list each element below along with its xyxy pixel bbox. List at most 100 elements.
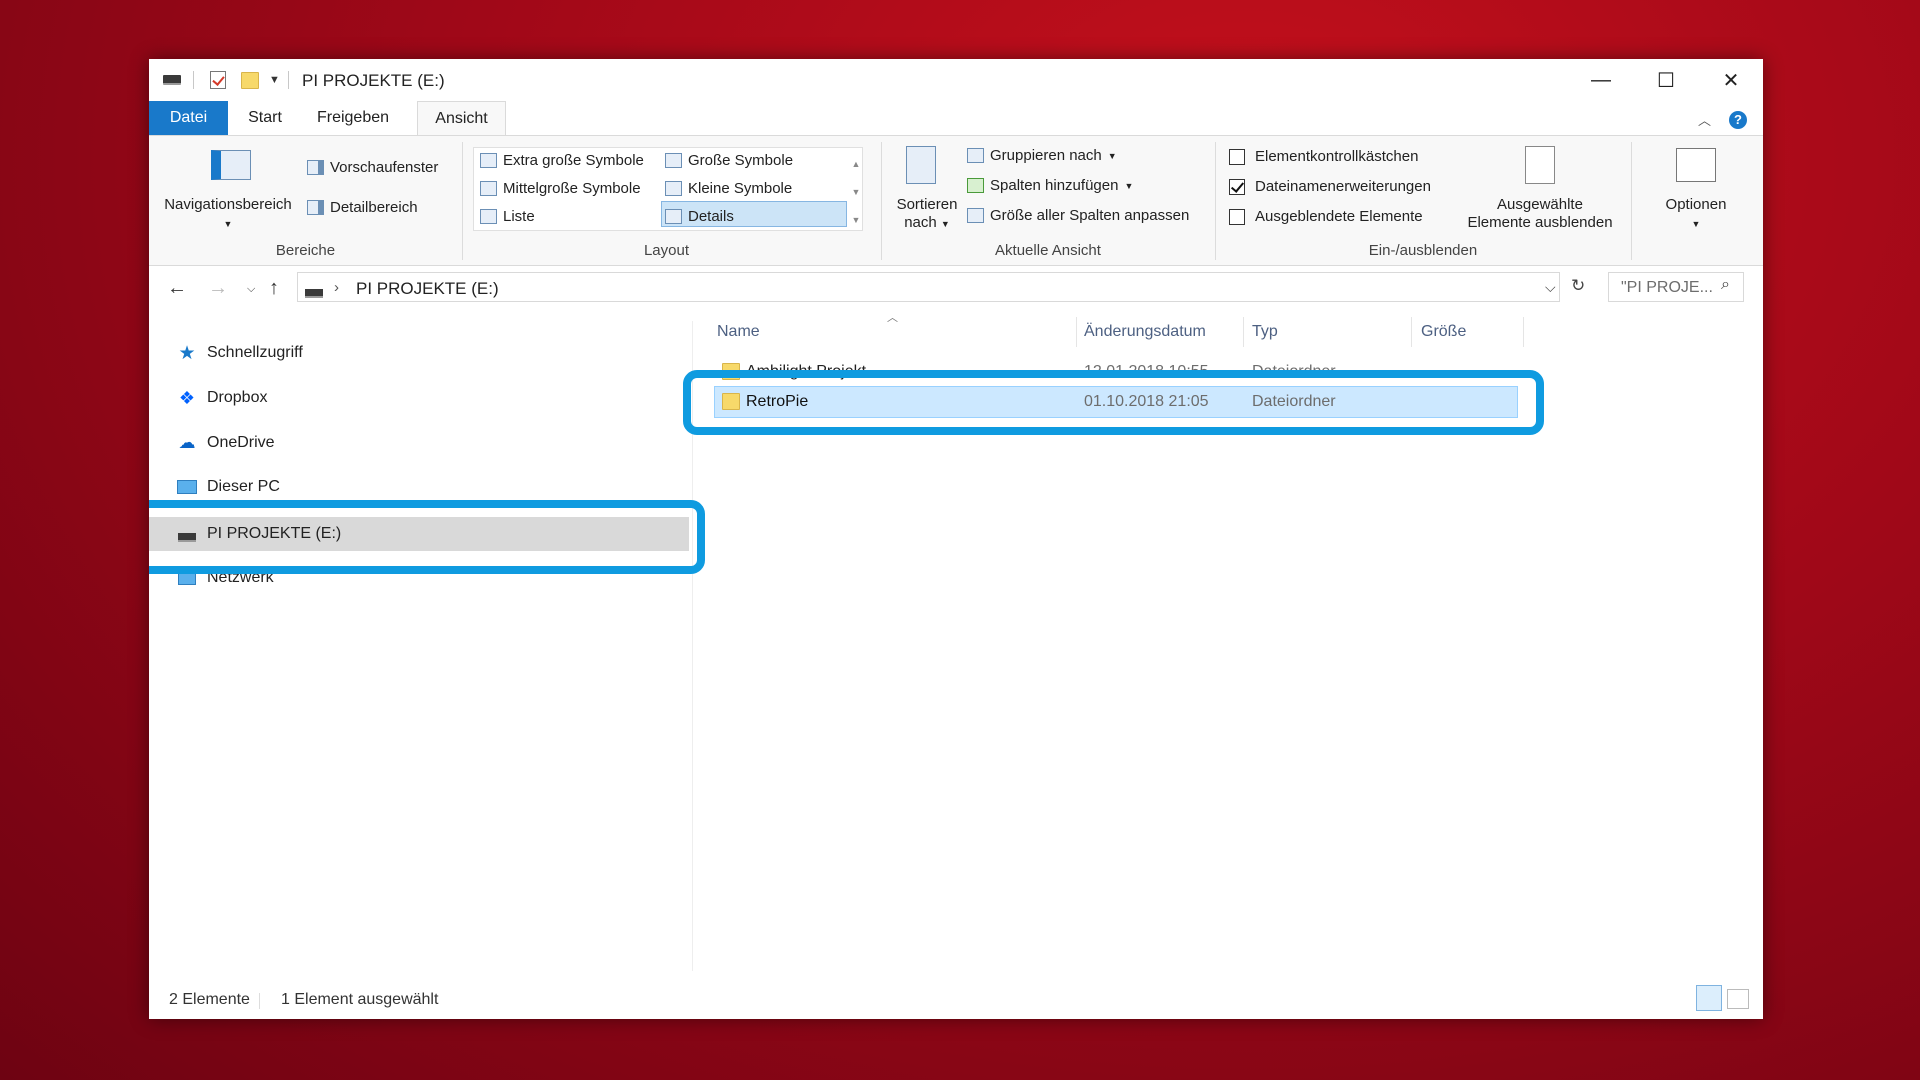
medium-icons-icon bbox=[480, 181, 497, 196]
large-icons-view-button[interactable] bbox=[1727, 989, 1749, 1009]
layout-gallery-scroll[interactable]: ▲ ▼ ▼ bbox=[849, 150, 863, 234]
tab-start[interactable]: Start bbox=[236, 101, 294, 136]
search-icon[interactable]: ⌕ bbox=[1721, 276, 1730, 294]
add-columns-label: Spalten hinzufügen bbox=[990, 177, 1119, 194]
column-header-name[interactable]: Name bbox=[717, 323, 760, 341]
minimize-button[interactable]: — bbox=[1578, 65, 1624, 95]
monitor-icon bbox=[177, 478, 197, 496]
group-separator bbox=[1631, 142, 1632, 260]
sort-by-label-2: nach bbox=[904, 214, 937, 231]
column-divider[interactable] bbox=[1411, 317, 1412, 347]
details-pane-icon bbox=[307, 200, 324, 215]
list-view-icon bbox=[480, 209, 497, 224]
item-checkboxes-label: Elementkontrollkästchen bbox=[1255, 148, 1419, 165]
layout-details[interactable]: Details bbox=[665, 208, 734, 225]
file-extensions-checkbox[interactable] bbox=[1229, 178, 1245, 195]
nav-item-label: Dropbox bbox=[207, 389, 268, 406]
separator bbox=[193, 71, 194, 89]
fit-columns-icon bbox=[967, 208, 984, 223]
hide-selected-label: Ausgewählte bbox=[1497, 196, 1583, 213]
sort-by-button[interactable]: Sortieren nach ▼ bbox=[889, 196, 965, 233]
small-icons-icon bbox=[665, 181, 682, 196]
dropdown-arrow-icon: ▼ bbox=[940, 219, 950, 229]
layout-small-icons[interactable]: Kleine Symbole bbox=[665, 180, 792, 197]
hide-selected-button[interactable]: Ausgewählte Elemente ausblenden bbox=[1457, 196, 1623, 232]
status-item-count: 2 Elemente bbox=[169, 991, 250, 1008]
help-icon[interactable]: ? bbox=[1729, 110, 1747, 129]
options-icon bbox=[1676, 148, 1716, 182]
extra-large-icons-icon bbox=[480, 153, 497, 168]
minimize-ribbon-icon[interactable]: ︿ bbox=[1698, 110, 1711, 129]
nav-item-label: OneDrive bbox=[207, 434, 275, 451]
new-folder-icon[interactable] bbox=[241, 71, 259, 89]
customize-quick-access-icon[interactable]: ▼ bbox=[269, 71, 280, 89]
fit-columns-button[interactable]: Größe aller Spalten anpassen bbox=[967, 207, 1189, 224]
options-label: Optionen bbox=[1665, 196, 1727, 213]
layout-item-label: Große Symbole bbox=[688, 152, 794, 169]
column-header-size[interactable]: Größe bbox=[1421, 323, 1466, 341]
group-by-icon bbox=[967, 148, 984, 163]
tab-ansicht[interactable]: Ansicht bbox=[417, 101, 506, 137]
maximize-button[interactable]: ☐ bbox=[1643, 65, 1689, 95]
item-checkboxes-toggle[interactable]: Elementkontrollkästchen bbox=[1229, 148, 1418, 165]
ribbon-ansicht: Navigationsbereich ▼ Vorschaufenster Deta… bbox=[149, 135, 1763, 266]
back-button[interactable]: ← bbox=[167, 277, 187, 300]
hide-selected-label-2: Elemente ausblenden bbox=[1467, 214, 1613, 231]
column-divider[interactable] bbox=[1243, 317, 1244, 347]
nav-item-schnellzugriff[interactable]: ★ Schnellzugriff bbox=[177, 341, 302, 365]
status-selection: 1 Element ausgewählt bbox=[281, 991, 439, 1008]
layout-list[interactable]: Liste bbox=[480, 208, 535, 225]
forward-button[interactable]: → bbox=[208, 277, 228, 300]
highlight-frame-file bbox=[683, 370, 1544, 435]
navigation-pane-icon[interactable] bbox=[211, 150, 251, 180]
up-button[interactable]: ↑ bbox=[269, 277, 279, 300]
properties-check-icon[interactable] bbox=[210, 71, 226, 89]
layout-item-label: Details bbox=[688, 208, 734, 225]
options-button[interactable]: Optionen ▼ bbox=[1641, 196, 1751, 233]
layout-item-label: Extra große Symbole bbox=[503, 152, 644, 169]
group-by-button[interactable]: Gruppieren nach ▼ bbox=[967, 147, 1117, 164]
drive-icon[interactable] bbox=[163, 71, 181, 89]
nav-item-onedrive[interactable]: ☁ OneDrive bbox=[177, 431, 275, 455]
layout-item-label: Kleine Symbole bbox=[688, 180, 793, 197]
column-divider[interactable] bbox=[1076, 317, 1077, 347]
preview-pane-button[interactable]: Vorschaufenster bbox=[307, 159, 438, 176]
refresh-icon[interactable]: ↻ bbox=[1571, 276, 1585, 296]
tab-freigeben[interactable]: Freigeben bbox=[305, 101, 401, 136]
add-columns-button[interactable]: Spalten hinzufügen ▼ bbox=[967, 177, 1133, 194]
breadcrumb-chevron-icon[interactable]: › bbox=[334, 279, 339, 296]
explorer-window: ▼ PI PROJEKTE (E:) — ☐ ✕ Datei Start Fre… bbox=[149, 59, 1763, 1019]
star-icon: ★ bbox=[178, 342, 196, 364]
separator bbox=[288, 71, 289, 89]
layout-medium-icons[interactable]: Mittelgroße Symbole bbox=[480, 180, 641, 197]
dropdown-arrow-icon: ▼ bbox=[1691, 219, 1701, 229]
nav-item-dropbox[interactable]: ❖ Dropbox bbox=[177, 386, 268, 410]
group-by-label: Gruppieren nach bbox=[990, 147, 1102, 164]
navigation-pane-button[interactable]: Navigationsbereich ▼ bbox=[157, 196, 299, 233]
details-pane-button[interactable]: Detailbereich bbox=[307, 199, 418, 216]
details-view-button[interactable] bbox=[1696, 985, 1722, 1011]
details-pane-label: Detailbereich bbox=[330, 199, 418, 216]
layout-extra-large-icons[interactable]: Extra große Symbole bbox=[480, 152, 644, 169]
group-label-aktuelle-ansicht: Aktuelle Ansicht bbox=[995, 242, 1101, 259]
column-divider[interactable] bbox=[1523, 317, 1524, 347]
preview-pane-icon bbox=[307, 160, 324, 175]
column-header-date[interactable]: Änderungsdatum bbox=[1084, 323, 1206, 341]
tab-datei[interactable]: Datei bbox=[149, 101, 228, 136]
hide-selected-icon bbox=[1525, 146, 1555, 184]
close-button[interactable]: ✕ bbox=[1708, 65, 1754, 95]
breadcrumb-current[interactable]: PI PROJEKTE (E:) bbox=[356, 279, 499, 299]
hidden-items-checkbox[interactable] bbox=[1229, 208, 1245, 225]
sort-by-label: Sortieren bbox=[896, 196, 958, 213]
dropdown-arrow-icon: ▼ bbox=[1107, 150, 1117, 161]
file-extensions-toggle[interactable]: Dateinamenerweiterungen bbox=[1229, 178, 1431, 195]
address-dropdown-icon[interactable]: ⌵ bbox=[1545, 279, 1556, 296]
hidden-items-toggle[interactable]: Ausgeblendete Elemente bbox=[1229, 208, 1423, 225]
nav-item-dieser-pc[interactable]: Dieser PC bbox=[177, 475, 280, 499]
item-checkboxes-checkbox[interactable] bbox=[1229, 148, 1245, 165]
ribbon-tabs: Datei Start Freigeben Ansicht ︿ ? bbox=[149, 101, 1763, 137]
column-header-type[interactable]: Typ bbox=[1252, 323, 1278, 341]
add-columns-icon bbox=[967, 178, 984, 193]
layout-large-icons[interactable]: Große Symbole bbox=[665, 152, 793, 169]
recent-locations-icon[interactable]: ⌵ bbox=[247, 283, 255, 296]
